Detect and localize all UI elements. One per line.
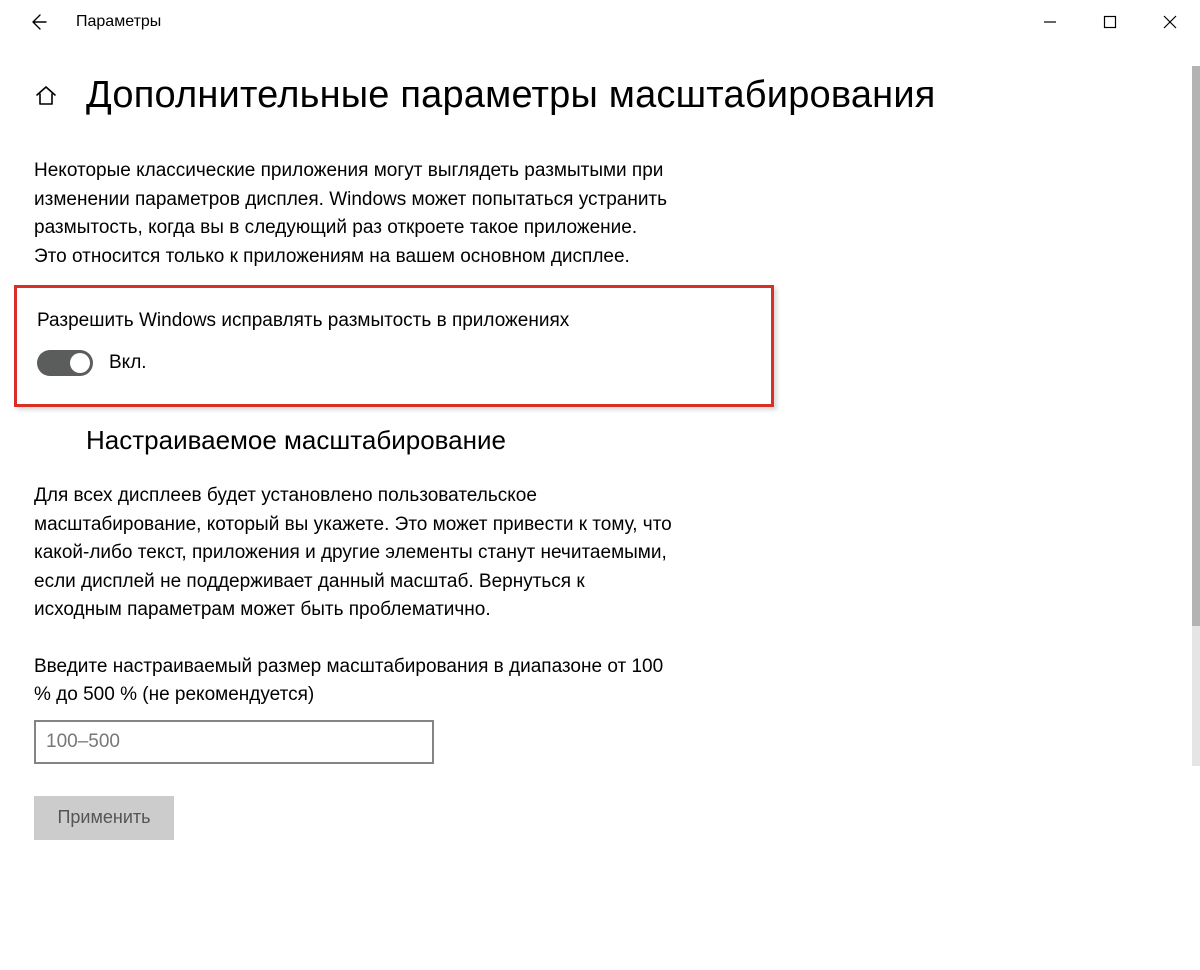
scale-input-label: Введите настраиваемый размер масштабиров… <box>34 653 674 710</box>
maximize-icon <box>1103 15 1117 29</box>
scrollbar[interactable] <box>1192 66 1200 766</box>
fix-blur-section: Разрешить Windows исправлять размытость … <box>14 285 774 407</box>
app-title: Параметры <box>76 13 161 31</box>
home-button[interactable] <box>34 84 58 108</box>
close-button[interactable] <box>1140 0 1200 44</box>
home-icon <box>34 84 58 108</box>
scrollbar-thumb[interactable] <box>1192 66 1200 626</box>
minimize-button[interactable] <box>1020 0 1080 44</box>
content-area: Дополнительные параметры масштабирования… <box>0 44 1200 840</box>
maximize-button[interactable] <box>1080 0 1140 44</box>
custom-scaling-desc: Для всех дисплеев будет установлено поль… <box>34 482 674 625</box>
window-controls <box>1020 0 1200 44</box>
arrow-left-icon <box>28 12 48 32</box>
page-header: Дополнительные параметры масштабирования <box>34 74 1166 117</box>
minimize-icon <box>1043 15 1057 29</box>
fix-blur-toggle[interactable] <box>37 350 93 376</box>
toggle-row: Вкл. <box>37 350 751 376</box>
intro-text: Некоторые классические приложения могут … <box>34 157 674 271</box>
toggle-knob <box>70 353 90 373</box>
scale-input[interactable] <box>34 720 434 764</box>
apply-button[interactable]: Применить <box>34 796 174 840</box>
page-title: Дополнительные параметры масштабирования <box>86 74 936 117</box>
custom-scaling-heading: Настраиваемое масштабирование <box>86 425 1166 456</box>
fix-blur-label: Разрешить Windows исправлять размытость … <box>37 310 751 332</box>
titlebar: Параметры <box>0 0 1200 44</box>
back-button[interactable] <box>18 2 58 42</box>
close-icon <box>1163 15 1177 29</box>
toggle-state-text: Вкл. <box>109 352 147 374</box>
